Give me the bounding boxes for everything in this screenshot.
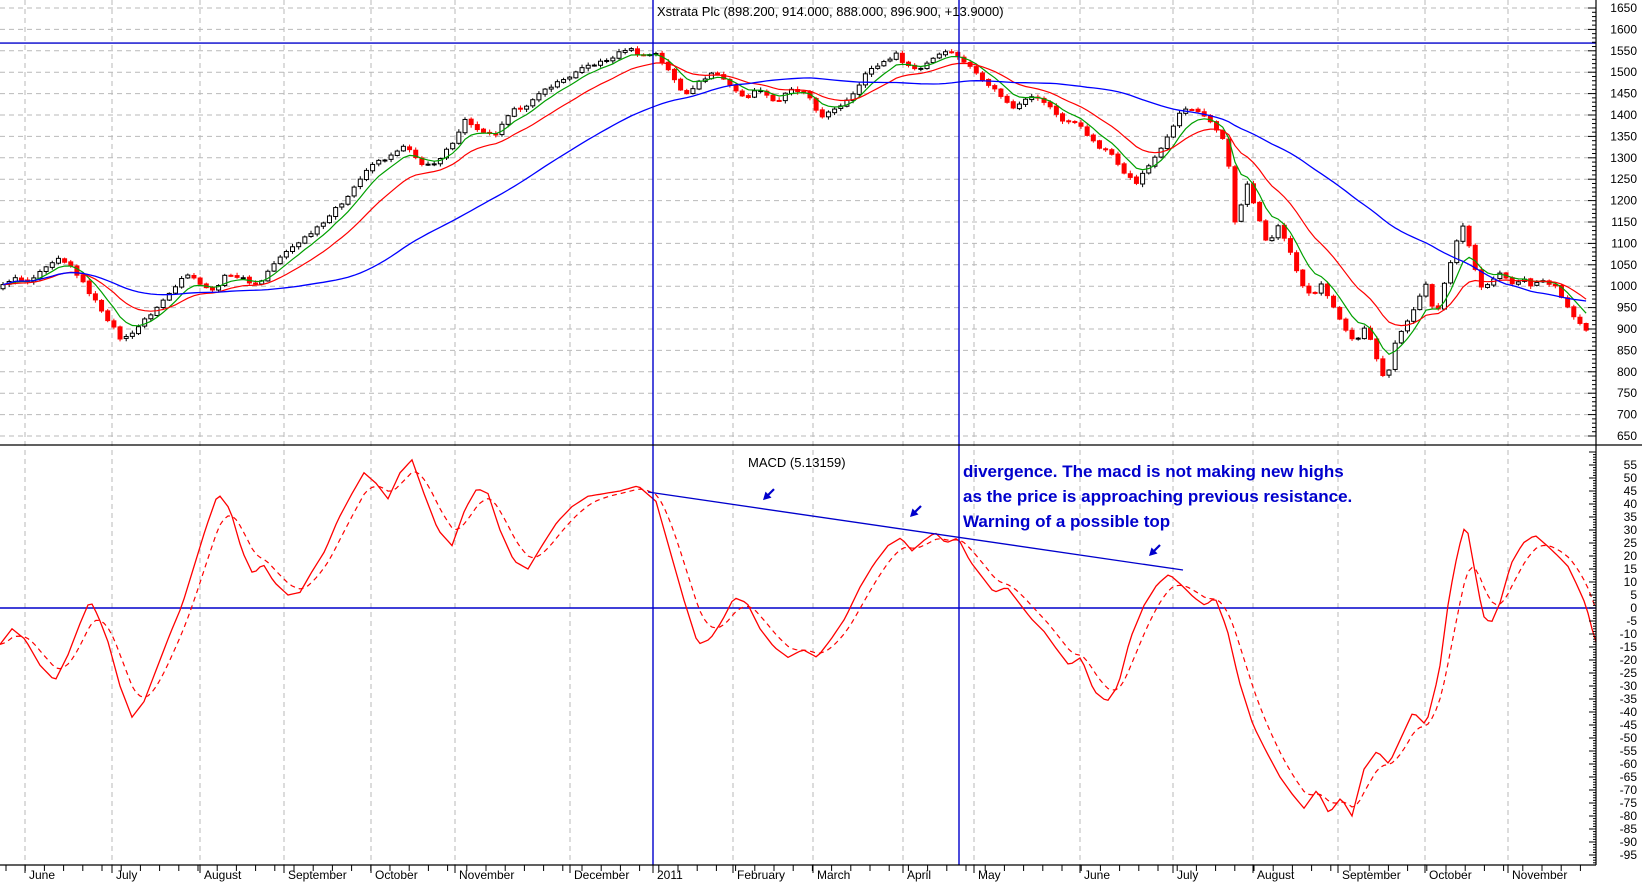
- price-axis-label: 1450: [1610, 87, 1637, 101]
- month-label: October: [1429, 868, 1472, 882]
- macd-axis-label: -5: [1626, 614, 1637, 628]
- price-axis-label: 1150: [1611, 215, 1637, 229]
- price-panel-area[interactable]: [0, 0, 1596, 445]
- month-label: July: [116, 868, 137, 882]
- price-axis-label: 800: [1617, 365, 1637, 379]
- macd-axis-label: -35: [1620, 692, 1638, 706]
- price-axis-label: 1600: [1610, 22, 1637, 36]
- macd-axis-label: 0: [1630, 601, 1637, 615]
- month-label: August: [1257, 868, 1295, 882]
- macd-axis-label: -30: [1620, 679, 1638, 693]
- month-label: October: [375, 868, 418, 882]
- macd-axis-label: -85: [1620, 822, 1638, 836]
- price-axis-label: 900: [1617, 322, 1637, 336]
- macd-axis-label: -65: [1620, 770, 1638, 784]
- macd-axis-label: -15: [1620, 640, 1638, 654]
- month-label: 2011: [657, 868, 683, 882]
- macd-panel-area[interactable]: [0, 446, 1596, 865]
- macd-axis-label: 35: [1624, 510, 1638, 524]
- price-axis-label: 700: [1617, 408, 1637, 422]
- macd-axis-label: -75: [1620, 796, 1638, 810]
- price-axis-label: 1200: [1610, 194, 1637, 208]
- month-label: March: [817, 868, 850, 882]
- price-axis-label: 850: [1617, 343, 1637, 357]
- macd-axis-label: 40: [1624, 497, 1638, 511]
- price-axis-label: 1300: [1610, 151, 1637, 165]
- macd-axis-label: 30: [1624, 523, 1638, 537]
- chart-canvas: 1650160015501500145014001350130012501200…: [0, 0, 1642, 882]
- macd-axis-label: -60: [1620, 757, 1638, 771]
- macd-axis-label: 25: [1624, 536, 1638, 550]
- divergence-annotation-line3: Warning of a possible top: [963, 512, 1170, 531]
- price-axis-label: 1650: [1610, 1, 1637, 15]
- price-axis-label: 650: [1617, 429, 1637, 443]
- macd-axis-label: -50: [1620, 731, 1638, 745]
- macd-axis-label: -80: [1620, 809, 1638, 823]
- price-axis-label: 1250: [1610, 172, 1637, 186]
- month-label: September: [288, 868, 347, 882]
- macd-axis-label: 45: [1624, 484, 1638, 498]
- macd-axis-label: 10: [1624, 575, 1638, 589]
- month-label: September: [1342, 868, 1401, 882]
- macd-axis-label: 50: [1624, 471, 1638, 485]
- price-axis-label: 750: [1617, 386, 1637, 400]
- macd-axis-label: -55: [1620, 744, 1638, 758]
- chart-text-layer: Xstrata Plc (898.200, 914.000, 888.000, …: [0, 0, 1596, 865]
- macd-axis-label: -10: [1620, 627, 1638, 641]
- price-axis-label: 1550: [1610, 44, 1637, 58]
- price-axis-label: 1100: [1611, 236, 1637, 250]
- month-label: August: [204, 868, 242, 882]
- month-label: December: [574, 868, 629, 882]
- month-label: July: [1177, 868, 1198, 882]
- macd-axis-label: -90: [1620, 835, 1638, 849]
- price-chart-title: Xstrata Plc (898.200, 914.000, 888.000, …: [657, 4, 1004, 19]
- macd-axis-label: 55: [1624, 458, 1638, 472]
- month-label: May: [978, 868, 1001, 882]
- macd-axis-label: 20: [1624, 549, 1638, 563]
- month-label: February: [737, 868, 785, 882]
- divergence-annotation-line1: divergence. The macd is not making new h…: [963, 462, 1344, 481]
- month-label: June: [29, 868, 55, 882]
- price-axis-label: 1350: [1610, 129, 1637, 143]
- macd-axis-label: -95: [1620, 848, 1638, 862]
- macd-axis-label: -20: [1620, 653, 1638, 667]
- macd-axis-label: -45: [1620, 718, 1638, 732]
- month-label: November: [459, 868, 514, 882]
- macd-axis-label: 5: [1630, 588, 1637, 602]
- divergence-annotation-line2: as the price is approaching previous res…: [963, 487, 1352, 506]
- macd-axis-label: 15: [1624, 562, 1638, 576]
- price-axis-label: 1500: [1610, 65, 1637, 79]
- price-axis-label: 1400: [1610, 108, 1637, 122]
- month-label: June: [1084, 868, 1110, 882]
- price-axis-label: 1000: [1610, 279, 1637, 293]
- macd-axis-label: -40: [1620, 705, 1638, 719]
- macd-axis-label: -70: [1620, 783, 1638, 797]
- macd-axis-label: -25: [1620, 666, 1638, 680]
- price-axis-label: 1050: [1610, 258, 1637, 272]
- month-label: November: [1512, 868, 1567, 882]
- month-label: April: [907, 868, 931, 882]
- price-axis-label: 950: [1617, 301, 1637, 315]
- macd-indicator-title: MACD (5.13159): [748, 455, 846, 470]
